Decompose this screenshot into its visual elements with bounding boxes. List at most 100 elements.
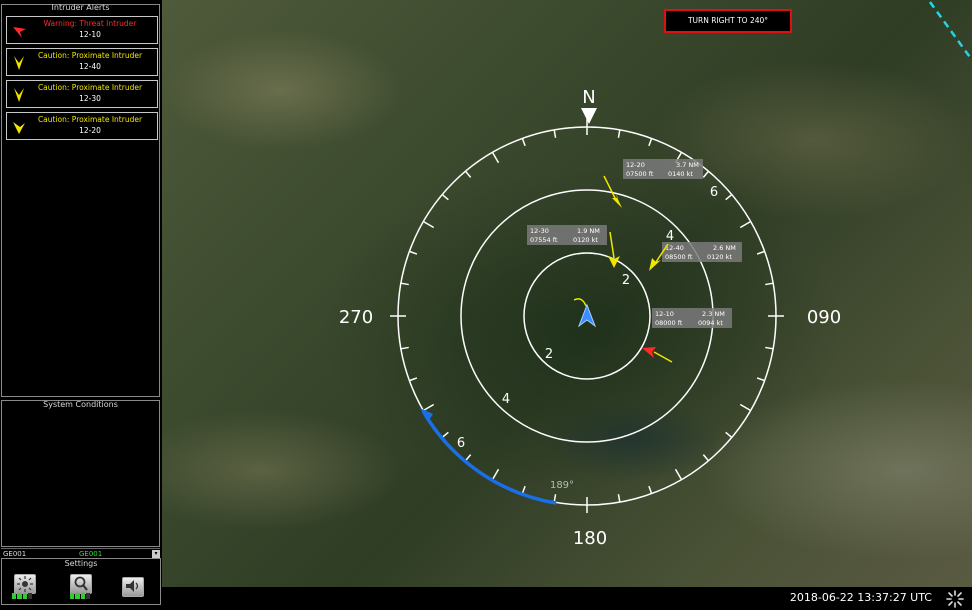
intruder-id: 12-10	[655, 310, 674, 318]
ring-label-6-sw: 6	[457, 436, 465, 451]
compass-tick	[648, 138, 653, 147]
intruder-id: 12-30	[530, 227, 549, 235]
compass-tick	[422, 403, 435, 412]
compass-tick	[491, 151, 500, 164]
intruder-speed: 0094 kt	[698, 319, 723, 327]
brightness-button[interactable]	[14, 574, 36, 594]
ring-label-2-sw: 2	[545, 347, 553, 362]
intruder-range: 2.3 NM	[702, 310, 725, 318]
compass-tick	[422, 220, 435, 229]
compass-tick	[409, 250, 418, 255]
alert-label: Warning: Threat Intruder	[43, 19, 137, 28]
alert-label: Caution: Proximate Intruder	[37, 115, 143, 124]
speaker-icon	[126, 580, 139, 592]
compass-tick	[441, 193, 449, 201]
selector-dropdown-icon[interactable]: ▾	[152, 550, 160, 558]
compass-tick	[441, 431, 449, 439]
compass-tick	[756, 377, 765, 382]
compass-tick	[756, 250, 765, 255]
compass-tick	[553, 129, 557, 138]
compass-tick	[553, 494, 557, 503]
cyan-boundary-line	[928, 1, 972, 61]
compass-tick	[739, 220, 752, 229]
timestamp: 2018-06-22 13:37:27 UTC	[789, 591, 932, 604]
traffic-display: N 090 180 270 2 4 6 2 4 6 189° 12-20 3.7…	[339, 1, 972, 549]
intruder-speed: 0120 kt	[707, 253, 732, 261]
brightness-level	[12, 593, 32, 599]
ring-label-4-sw: 4	[502, 392, 510, 407]
compass-west-label: 270	[339, 307, 373, 328]
alert-item-12-30[interactable]: Caution: Proximate Intruder 12-30	[6, 80, 158, 108]
intruder-alerts-panel: Intruder Alerts Warning: Threat Intruder…	[1, 3, 160, 397]
intruder-12-40[interactable]: 12-40 2.6 NM 08500 ft 0120 kt	[649, 242, 742, 271]
zoom-level	[70, 593, 90, 599]
ring-label-6-ne: 6	[710, 185, 718, 200]
compass-south-label: 180	[573, 528, 607, 549]
intruder-trail	[653, 351, 673, 363]
intruder-trail	[609, 231, 615, 259]
heading-arc	[421, 410, 557, 505]
alert-item-12-40[interactable]: Caution: Proximate Intruder 12-40	[6, 48, 158, 76]
map-view[interactable]: N 090 180 270 2 4 6 2 4 6 189° 12-20 3.7…	[162, 0, 972, 587]
intruder-arrow-icon	[649, 258, 661, 271]
compass-tick	[464, 170, 472, 178]
intruder-altitude: 08500 ft	[665, 253, 693, 261]
compass-tick	[521, 138, 526, 147]
ownship-aircraft-icon[interactable]	[577, 303, 597, 328]
intruder-12-20[interactable]: 12-20 3.7 NM 07500 ft 0140 kt	[603, 159, 703, 208]
compass-tick	[491, 468, 500, 481]
alert-label: Caution: Proximate Intruder	[37, 83, 143, 92]
alert-id: 12-20	[79, 126, 101, 135]
intruder-alerts-title: Intruder Alerts	[51, 3, 110, 12]
zoom-icon	[74, 576, 88, 591]
compass-tick	[617, 494, 621, 503]
intruder-speed: 0140 kt	[668, 170, 693, 178]
compass-tick	[739, 403, 752, 412]
alert-id: 12-30	[79, 94, 101, 103]
status-bar: 2018-06-22 13:37:27 UTC	[162, 587, 972, 610]
alert-item-12-10[interactable]: Warning: Threat Intruder 12-10	[6, 16, 158, 44]
compass-tick	[765, 346, 774, 350]
loading-spinner-icon	[946, 590, 964, 608]
alert-label: Caution: Proximate Intruder	[37, 51, 143, 60]
compass-tick	[400, 282, 409, 286]
compass-tick	[464, 454, 472, 462]
compass-tick	[674, 468, 683, 481]
compass-tick	[409, 377, 418, 382]
intruder-12-30[interactable]: 12-30 1.9 NM 07554 ft 0120 kt	[527, 225, 620, 268]
intruder-altitude: 07500 ft	[626, 170, 654, 178]
alert-id: 12-10	[79, 30, 101, 39]
ring-label-2-ne: 2	[622, 273, 630, 288]
resolution-advisory: TURN RIGHT TO 240°	[664, 9, 792, 33]
compass-tick	[521, 485, 526, 494]
compass-tick	[765, 282, 774, 286]
compass-tick	[617, 129, 621, 138]
intruder-range: 2.6 NM	[713, 244, 736, 252]
compass-tick	[725, 431, 733, 439]
settings-title: Settings	[64, 559, 98, 568]
intruder-range: 3.7 NM	[676, 161, 699, 169]
compass-north-label: N	[582, 87, 595, 108]
intruder-12-10[interactable]: 12-10 2.3 NM 08000 ft 0094 kt	[642, 308, 732, 363]
intruder-altitude: 08000 ft	[655, 319, 683, 327]
compass-tick	[400, 346, 409, 350]
compass-tick	[725, 193, 733, 201]
compass-east-label: 090	[807, 307, 841, 328]
intruder-altitude: 07554 ft	[530, 236, 558, 244]
volume-button[interactable]	[122, 577, 144, 597]
intruder-range: 1.9 NM	[577, 227, 600, 235]
zoom-button[interactable]	[70, 574, 92, 594]
brightness-icon	[17, 576, 33, 592]
heading-bug-label: 189°	[550, 480, 574, 491]
intruder-trail	[603, 175, 617, 201]
alert-item-12-20[interactable]: Caution: Proximate Intruder 12-20	[6, 112, 158, 140]
ring-label-4-ne: 4	[666, 229, 674, 244]
compass-tick	[648, 485, 653, 494]
sidebar: Intruder Alerts Warning: Threat Intruder…	[0, 0, 162, 610]
north-pointer-icon	[581, 108, 597, 124]
alert-id: 12-40	[79, 62, 101, 71]
system-conditions-title: System Conditions	[43, 400, 118, 409]
compass-tick	[702, 170, 710, 178]
compass-tick	[702, 454, 710, 462]
ownship-trail	[573, 298, 587, 307]
